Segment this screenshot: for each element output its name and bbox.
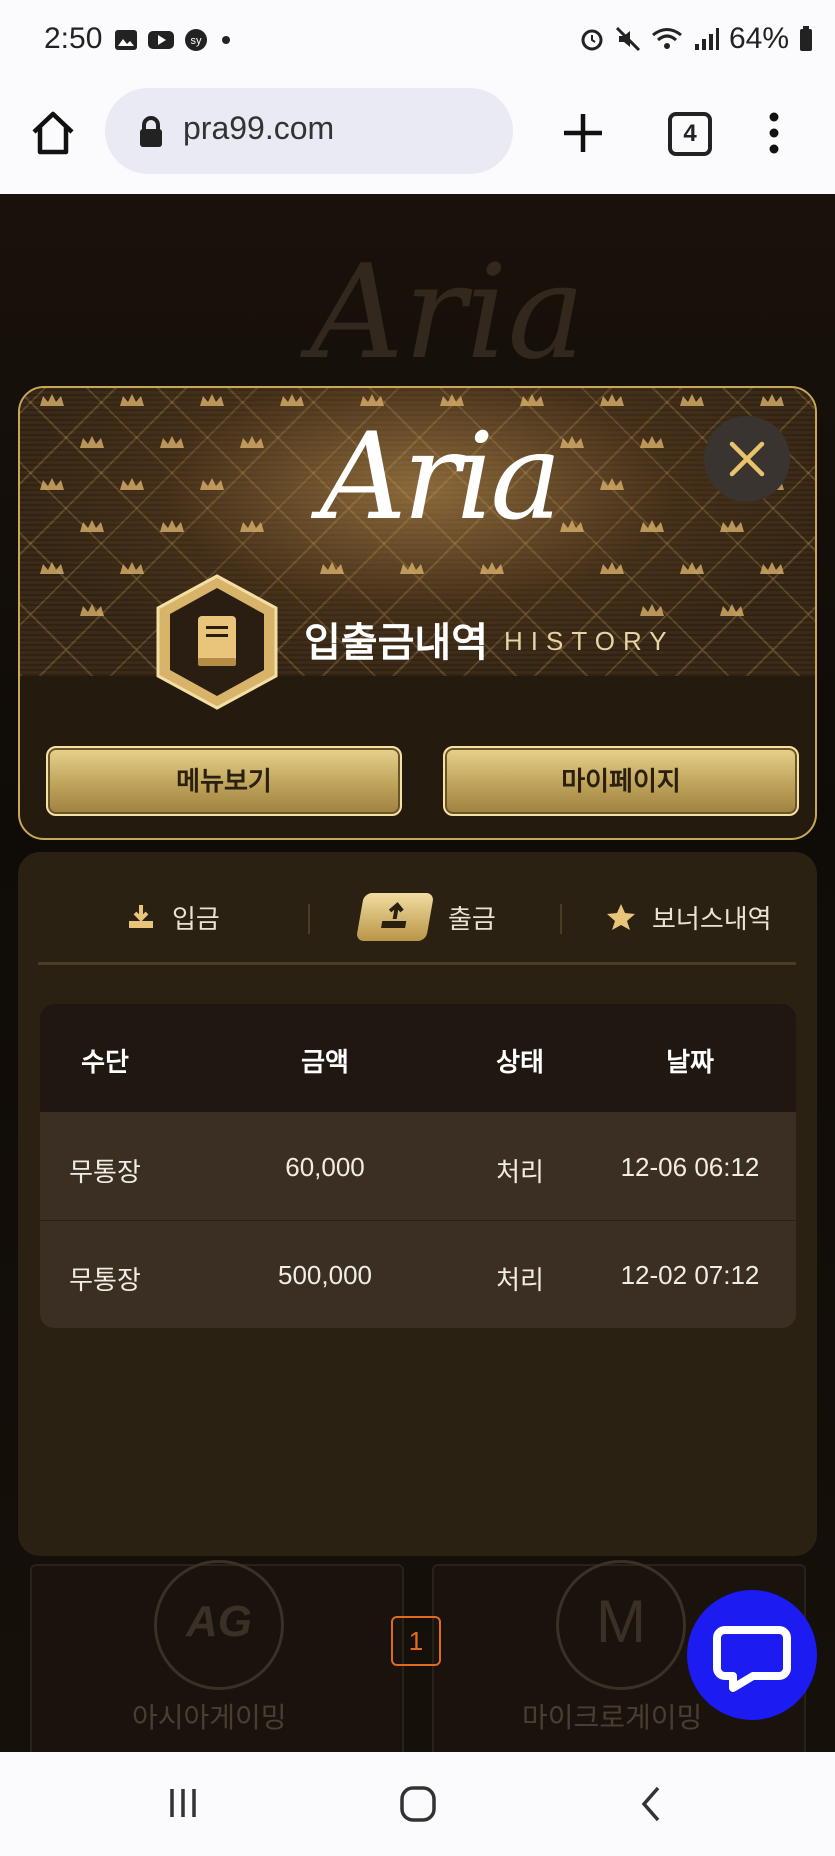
svg-text:sy: sy	[191, 35, 203, 47]
tab-label: 출금	[448, 903, 496, 934]
ag-logo-circle: AG	[154, 1560, 284, 1690]
system-status: 64%	[579, 22, 813, 56]
mypage-button[interactable]: 마이페이지	[443, 746, 799, 816]
battery-icon	[800, 26, 812, 51]
dot-icon	[222, 36, 230, 44]
address-bar[interactable]: pra99.com	[105, 88, 513, 174]
back-icon[interactable]	[636, 1784, 666, 1824]
background-logo: Aria	[310, 236, 586, 388]
column-header-date: 날짜	[666, 1047, 714, 1077]
cell-status: 처리	[496, 1157, 544, 1187]
page-subtitle: HISTORY	[504, 626, 675, 656]
tab-switcher-button[interactable]: 4	[668, 112, 712, 156]
youtube-icon	[148, 31, 174, 49]
cell-amount: 500,000	[278, 1260, 372, 1290]
active-tab-badge	[355, 893, 435, 941]
new-tab-icon[interactable]	[560, 110, 606, 156]
game-card-label: 아시아게이밍	[132, 1702, 287, 1733]
tab-withdraw[interactable]: 출금	[355, 892, 496, 942]
table-header: 수단 금액 상태 날짜	[40, 1004, 796, 1112]
history-table: 수단 금액 상태 날짜 무통장 60,000 처리 12-06 06:12 무통…	[40, 1004, 796, 1328]
ag-logo: AG	[186, 1597, 252, 1646]
close-button[interactable]	[704, 416, 790, 502]
cell-method: 무통장	[69, 1157, 141, 1187]
cell-date: 12-06 06:12	[620, 1152, 760, 1182]
status-time: 2:50	[44, 22, 103, 55]
sy-app-icon: sy	[185, 29, 207, 51]
browser-toolbar: pra99.com 4	[0, 80, 835, 195]
cell-method: 무통장	[69, 1265, 141, 1295]
aria-logo: Aria	[320, 408, 562, 547]
book-hexagon-icon	[156, 574, 278, 710]
notification-icons: sy	[114, 28, 234, 52]
column-header-method: 수단	[81, 1047, 129, 1077]
table-row: 무통장 60,000 처리 12-06 06:12	[40, 1112, 796, 1221]
star-icon	[607, 904, 635, 930]
upload-icon	[381, 902, 407, 928]
game-card-label: 마이크로게이밍	[522, 1702, 703, 1733]
cell-status: 처리	[496, 1265, 544, 1295]
page-title: 입출금내역	[304, 621, 488, 665]
url-text: pra99.com	[183, 110, 335, 146]
tab-deposit[interactable]: 입금	[126, 892, 220, 942]
cell-date: 12-02 07:12	[620, 1260, 760, 1290]
history-panel: 입금 출금 보너스내역 수단 금액 상태 날짜 무통장 60,000 처리 12…	[18, 852, 817, 1666]
table-row: 무통장 500,000 처리 12-02 07:12	[40, 1220, 796, 1328]
live-chat-button[interactable]	[687, 1590, 817, 1720]
column-header-status: 상태	[496, 1047, 544, 1077]
system-navigation-bar	[0, 1752, 835, 1856]
menu-button[interactable]: 메뉴보기	[46, 746, 402, 816]
home-icon[interactable]	[28, 108, 78, 158]
web-page: Aria AG M 아시아게이밍 마이크로게이밍 Aria 입출금내역 HIST…	[0, 194, 835, 1752]
cell-amount: 60,000	[285, 1152, 365, 1182]
tab-bonus-history[interactable]: 보너스내역	[606, 892, 772, 942]
status-bar: 2:50 sy 64%	[0, 0, 835, 80]
history-header-panel: Aria 입출금내역 HISTORY 메뉴보기 마이페이지	[18, 386, 817, 840]
home-nav-icon[interactable]	[398, 1784, 438, 1824]
close-icon	[729, 441, 765, 477]
mg-logo: M	[596, 1588, 646, 1655]
tab-label: 보너스내역	[652, 903, 772, 934]
recent-apps-icon[interactable]	[166, 1786, 200, 1820]
tab-divider	[560, 904, 562, 934]
battery-percent: 64%	[728, 22, 789, 55]
pagination-page[interactable]: 1	[391, 1616, 441, 1666]
mg-logo-circle: M	[556, 1560, 686, 1690]
wifi-icon	[652, 28, 682, 49]
mute-icon	[615, 26, 641, 52]
history-tabs: 입금 출금 보너스내역	[38, 872, 796, 965]
tab-divider	[308, 904, 310, 934]
column-header-amount: 금액	[301, 1047, 349, 1077]
more-options-icon[interactable]	[762, 110, 786, 156]
lock-icon	[140, 116, 162, 147]
alarm-icon	[581, 29, 603, 51]
chat-icon	[713, 1626, 791, 1692]
download-icon	[129, 905, 153, 928]
tab-label: 입금	[172, 903, 220, 934]
gallery-icon	[115, 30, 137, 50]
signal-icon	[694, 28, 719, 50]
